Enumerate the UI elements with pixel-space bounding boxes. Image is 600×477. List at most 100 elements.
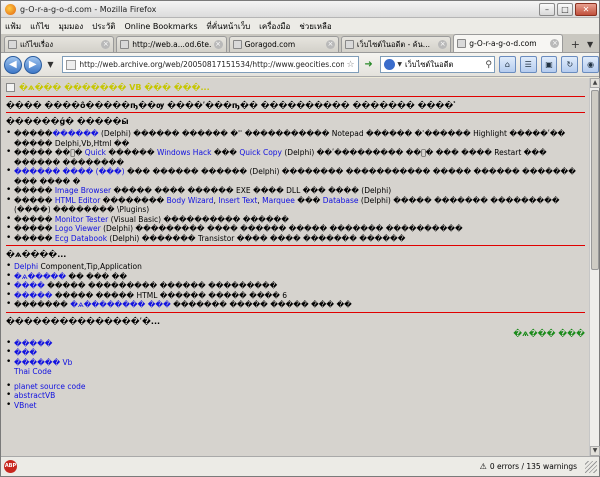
- adblock-icon[interactable]: ABP: [4, 460, 17, 473]
- page-icon: [8, 40, 17, 49]
- tab-close-icon[interactable]: ×: [325, 40, 335, 49]
- item-link[interactable]: ���: [14, 348, 37, 357]
- list-item: VBnet: [6, 401, 585, 411]
- search-engine-icon[interactable]: [384, 59, 396, 70]
- tab-label: Goragod.com: [244, 40, 296, 49]
- url-text: http://web.archive.org/web/2005081715153…: [79, 60, 344, 69]
- vertical-scrollbar[interactable]: ▲ ▼: [589, 78, 600, 456]
- item-link[interactable]: Quick Copy: [239, 148, 282, 157]
- item-link[interactable]: Delphi: [14, 262, 38, 271]
- item-link[interactable]: HTML Editor: [55, 196, 100, 205]
- tab-close-icon[interactable]: ×: [550, 39, 560, 48]
- menu-file[interactable]: แฟ้ม: [5, 20, 21, 33]
- section-title: �ѧ����...: [6, 250, 67, 259]
- item-link[interactable]: VBnet: [14, 401, 37, 410]
- item-link[interactable]: ������ Vb: [14, 358, 72, 367]
- item-link[interactable]: Logo Viewer: [55, 224, 101, 233]
- item-link[interactable]: Image Browser: [55, 186, 111, 195]
- tab-close-icon[interactable]: ×: [101, 40, 111, 49]
- item-link[interactable]: planet source code: [14, 382, 86, 391]
- warning-icon[interactable]: ⚠: [480, 462, 487, 471]
- menu-edit[interactable]: แก้ไข: [30, 20, 50, 33]
- page-icon: [120, 40, 130, 49]
- list-item: Delphi Component,Tip,Application: [6, 262, 585, 272]
- resize-grip-icon[interactable]: [585, 460, 597, 473]
- stop-icon[interactable]: ◉: [582, 56, 600, 73]
- tab-3[interactable]: Goragod.com ×: [228, 36, 339, 52]
- list-item: �����: [6, 339, 585, 349]
- item-link[interactable]: Marquee: [262, 196, 295, 205]
- close-button[interactable]: ✕: [575, 2, 597, 16]
- item-link[interactable]: Ecg Databook: [55, 234, 107, 243]
- search-engine-label: เว็บไซต์ในอดีต: [405, 59, 454, 69]
- search-icon[interactable]: ⚲: [485, 60, 492, 70]
- tab-bar: แก้ไขเรื่อง × http://web.a...od.6te.net/…: [1, 34, 599, 53]
- url-bar[interactable]: http://web.archive.org/web/2005081715153…: [62, 56, 359, 73]
- item-link[interactable]: Insert Text: [218, 196, 257, 205]
- menu-online-bookmarks[interactable]: Online Bookmarks: [124, 22, 197, 31]
- menu-tools[interactable]: เครื่องมือ: [259, 20, 290, 33]
- right-link[interactable]: �ѧ��� ���: [513, 329, 585, 338]
- history-dropdown-icon[interactable]: ▼: [44, 58, 58, 72]
- chevron-down-icon[interactable]: ▼: [397, 61, 402, 68]
- tab-label: เว็บไซต์ในอดีต - ค้น...: [356, 39, 430, 49]
- page-icon: [232, 40, 242, 49]
- tab-4[interactable]: เว็บไซต์ในอดีต - ค้น... ×: [340, 36, 452, 52]
- back-button[interactable]: ◀: [4, 55, 22, 74]
- list-item: ����� Ecg Databook (Delphi) ������� Tran…: [6, 234, 585, 244]
- warnings-text[interactable]: 0 errors / 135 warnings: [490, 462, 577, 471]
- firefox-icon: [5, 3, 16, 15]
- screenshot-icon[interactable]: ▣: [540, 56, 558, 73]
- minimize-button[interactable]: –: [539, 2, 555, 16]
- scroll-down-icon[interactable]: ▼: [590, 446, 600, 456]
- menu-bookmarks[interactable]: ที่คั่นหน้าเว็บ: [207, 20, 251, 33]
- title-bar: g-O-r-a-g-o-d.com - Mozilla Firefox – □ …: [1, 1, 599, 18]
- item-link[interactable]: ������: [52, 129, 98, 138]
- list-item: ������ ���� (���) ��� ������ ������ (Del…: [6, 167, 585, 186]
- new-tab-button[interactable]: +: [567, 36, 583, 52]
- maximize-button[interactable]: □: [557, 2, 573, 16]
- tab-1[interactable]: แก้ไขเรื่อง ×: [4, 36, 115, 52]
- list-item: planet source code: [6, 382, 585, 392]
- menu-history[interactable]: ประวัติ: [92, 20, 115, 33]
- forward-button[interactable]: ▶: [23, 55, 42, 74]
- item-link[interactable]: ������ ���� (���): [14, 167, 125, 176]
- intro-text: ���� ����ô�����ҧ��ѹ ����ʹ���ҧ�� ��������…: [6, 101, 456, 110]
- tab-2[interactable]: http://web.a...od.6te.net/ ×: [116, 36, 227, 52]
- item-link[interactable]: �����: [14, 291, 52, 300]
- scroll-up-icon[interactable]: ▲: [590, 78, 600, 88]
- divider: [6, 112, 585, 113]
- bookmark-star-icon[interactable]: ☆: [347, 60, 355, 70]
- list-item: ���: [6, 348, 585, 358]
- menu-help[interactable]: ช่วยเหลือ: [299, 20, 331, 33]
- tab-5-active[interactable]: g-O-r-a-g-o-d.com ×: [453, 34, 564, 52]
- navigation-toolbar: ◀ ▶ ▼ http://web.archive.org/web/2005081…: [1, 53, 600, 77]
- item-link[interactable]: Monitor Tester: [55, 215, 108, 224]
- item-link[interactable]: Quick: [85, 148, 106, 157]
- list-item: ����� ����� ����� HTML ������ ����� ����…: [6, 291, 585, 301]
- item-link[interactable]: Windows Hack: [157, 148, 212, 157]
- tab-close-icon[interactable]: ×: [438, 40, 448, 49]
- go-arrow-icon[interactable]: ➜: [361, 57, 377, 73]
- item-link[interactable]: Database: [323, 196, 359, 205]
- list-item: ������ VbThai Code: [6, 358, 585, 377]
- status-bar: ABP ⚠ 0 errors / 135 warnings: [1, 456, 599, 476]
- item-link[interactable]: �ѧ�������� ���: [70, 300, 171, 309]
- broken-image-icon: [6, 82, 15, 92]
- page-icon: [66, 59, 77, 70]
- scroll-thumb[interactable]: [591, 90, 599, 270]
- reload-icon[interactable]: ↻: [561, 56, 579, 73]
- item-link[interactable]: �ѧ�����: [14, 272, 66, 281]
- home-icon[interactable]: ⌂: [498, 56, 516, 73]
- item-link[interactable]: abstractVB: [14, 391, 55, 400]
- item-link[interactable]: Thai Code: [14, 367, 52, 376]
- search-box[interactable]: ▼ เว็บไซต์ในอดีต ⚲: [380, 56, 495, 73]
- item-link[interactable]: �����: [14, 339, 52, 348]
- item-link[interactable]: Body Wizard: [167, 196, 214, 205]
- bookmark-icon[interactable]: ☰: [519, 56, 537, 73]
- header-link[interactable]: �ѧ��� ������� VB ��� ���...: [19, 83, 210, 92]
- menu-view[interactable]: มุมมอง: [59, 20, 84, 33]
- tab-close-icon[interactable]: ×: [213, 40, 223, 49]
- item-link[interactable]: ����: [14, 281, 45, 290]
- tab-list-icon[interactable]: ▼: [583, 36, 597, 52]
